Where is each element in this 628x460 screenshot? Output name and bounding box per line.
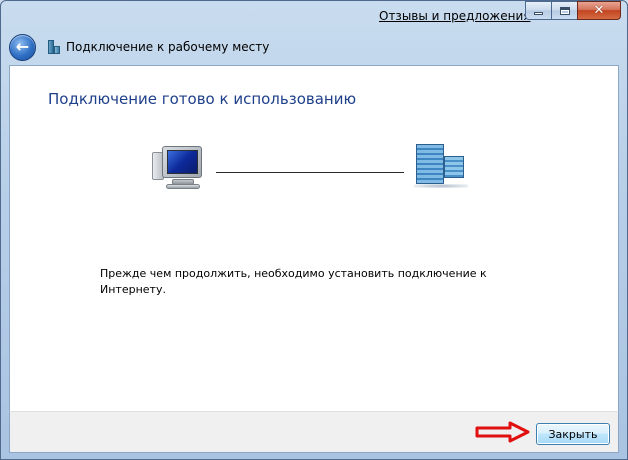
- footer-bar: Закрыть: [9, 411, 619, 453]
- wizard-window: Отзывы и предложения ✕ ← Подключение к р…: [0, 0, 628, 460]
- close-window-button[interactable]: ✕: [577, 1, 621, 20]
- back-button[interactable]: ←: [9, 33, 36, 61]
- red-arrow-icon: [475, 421, 530, 443]
- wizard-header: ← Подключение к рабочему месту: [9, 32, 609, 62]
- maximize-button[interactable]: [551, 1, 577, 20]
- wizard-title: Подключение к рабочему месту: [66, 40, 270, 54]
- close-icon: ✕: [593, 3, 605, 18]
- workplace-network-icon: [414, 144, 472, 190]
- feedback-link[interactable]: Отзывы и предложения: [379, 9, 530, 23]
- computer-icon: [148, 144, 208, 192]
- connection-line: [216, 172, 404, 173]
- caption-buttons: ✕: [525, 1, 621, 21]
- info-message: Прежде чем продолжить, необходимо устано…: [100, 267, 487, 296]
- back-arrow-icon: ←: [15, 36, 30, 56]
- close-button[interactable]: Закрыть: [536, 423, 610, 445]
- minimize-button[interactable]: [525, 1, 551, 20]
- maximize-icon: [559, 6, 570, 15]
- content-panel: Подключение готово к использованию Прежд…: [9, 65, 619, 412]
- page-heading: Подключение готово к использованию: [48, 90, 357, 108]
- workplace-connection-icon: [46, 39, 62, 55]
- minimize-icon: [534, 12, 543, 15]
